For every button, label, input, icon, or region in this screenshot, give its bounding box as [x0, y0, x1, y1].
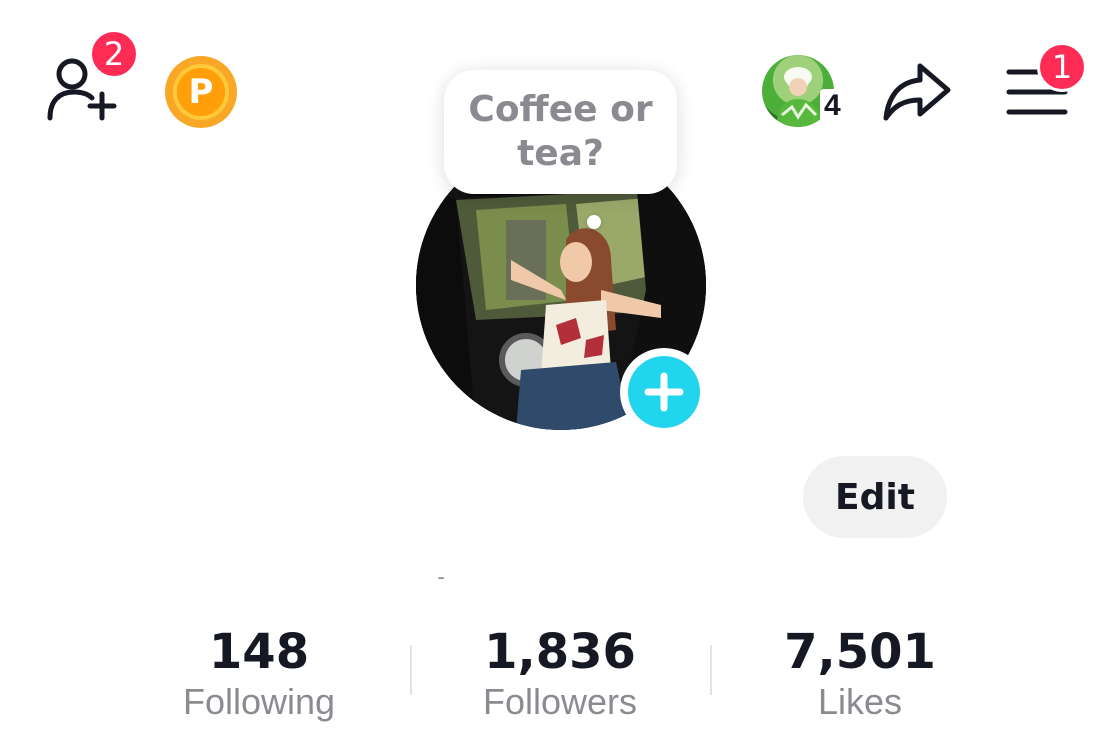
add-friends-badge: 2: [89, 29, 139, 79]
likes-count: 7,501: [784, 624, 936, 680]
share-arrow-icon: [883, 63, 951, 121]
bio-text: -: [437, 564, 445, 589]
likes-label: Likes: [817, 681, 903, 722]
share-button[interactable]: [880, 56, 956, 126]
following-stat[interactable]: 148 Following: [129, 624, 389, 724]
stat-divider: [410, 645, 412, 695]
menu-button[interactable]: 1: [1005, 42, 1087, 120]
coin-icon: P: [173, 64, 229, 120]
menu-badge: 1: [1037, 42, 1087, 92]
profile-note-text: Coffee or tea?: [468, 89, 653, 174]
profile-visitors-button[interactable]: 4: [762, 55, 852, 127]
visitor-count: 4: [820, 89, 845, 123]
add-friends-button[interactable]: 2: [44, 29, 139, 126]
followers-count: 1,836: [484, 624, 636, 680]
likes-stat[interactable]: 7,501 Likes: [730, 624, 990, 724]
following-label: Following: [182, 681, 336, 722]
add-avatar-button[interactable]: [620, 348, 708, 436]
following-count: 148: [208, 624, 310, 680]
note-bubble-tail: [587, 215, 601, 229]
profile-note-bubble[interactable]: Coffee or tea?: [444, 70, 677, 194]
plus-icon: [628, 356, 700, 428]
followers-stat[interactable]: 1,836 Followers: [430, 624, 690, 724]
stat-divider: [710, 645, 712, 695]
followers-label: Followers: [482, 681, 638, 722]
coin-button[interactable]: P: [165, 56, 237, 128]
edit-profile-button[interactable]: Edit: [803, 456, 947, 538]
